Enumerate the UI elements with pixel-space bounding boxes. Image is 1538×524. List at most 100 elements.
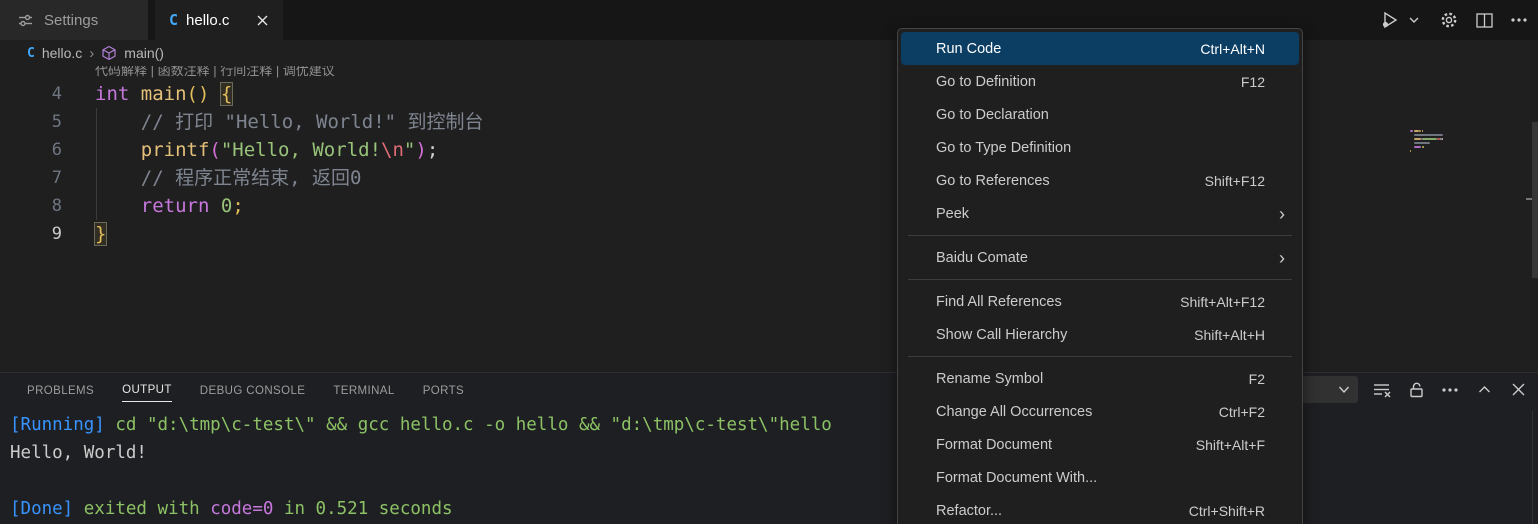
menu-item-shortcut: Ctrl+Alt+N — [1200, 41, 1287, 57]
menu-item-show-call-hierarchy[interactable]: Show Call HierarchyShift+Alt+H — [901, 318, 1299, 351]
code-line-6[interactable]: 6 printf("Hello, World!\n"); — [0, 136, 1538, 164]
split-editor-icon[interactable] — [1473, 9, 1495, 31]
line-number[interactable]: 6 — [0, 136, 62, 164]
vscode-window: Settings C hello.c — [0, 0, 1538, 524]
symbol-method-cube-icon — [101, 45, 117, 61]
code-text[interactable]: printf("Hello, World!\n"); — [95, 136, 438, 164]
code-line-7[interactable]: 7 // 程序正常结束, 返回0 — [0, 164, 1538, 192]
more-actions-icon[interactable] — [1508, 9, 1530, 31]
line-number[interactable]: 8 — [0, 192, 62, 220]
editor-context-menu: Run CodeCtrl+Alt+NGo to DefinitionF12Go … — [897, 28, 1303, 524]
code-lines: 4int main() {5 // 打印 "Hello, World!" 到控制… — [0, 80, 1538, 248]
minimap[interactable] — [1410, 130, 1464, 154]
minimap-line — [1410, 130, 1464, 132]
output-line: Hello, World! — [10, 439, 1538, 467]
editor-actions — [1379, 0, 1530, 40]
menu-item-refactor[interactable]: Refactor...Ctrl+Shift+R — [901, 494, 1299, 524]
menu-item-shortcut: Shift+Alt+F — [1196, 437, 1287, 453]
tab-settings[interactable]: Settings — [0, 0, 148, 40]
code-editor[interactable]: 代码解释 | 函数注释 | 行间注释 | 调优建议 4int main() {5… — [0, 66, 1538, 372]
menu-separator — [908, 235, 1292, 236]
menu-item-label: Baidu Comate — [936, 250, 1287, 266]
menu-item-shortcut: F2 — [1249, 371, 1287, 387]
code-text[interactable]: int main() { — [95, 80, 232, 108]
gear-icon[interactable] — [1438, 9, 1460, 31]
breadcrumb-separator: › — [89, 45, 94, 62]
minimap-line — [1410, 142, 1464, 144]
line-number[interactable]: 7 — [0, 164, 62, 192]
panel-tab-debug-console[interactable]: DEBUG CONSOLE — [200, 379, 306, 402]
menu-item-label: Peek — [936, 206, 1287, 222]
panel-tab-problems[interactable]: PROBLEMS — [27, 379, 94, 402]
panel-tab-ports[interactable]: PORTS — [423, 379, 464, 402]
code-line-4[interactable]: 4 int main() { — [0, 80, 1538, 108]
code-line-9[interactable]: 9} — [0, 220, 1538, 248]
menu-item-find-all-references[interactable]: Find All ReferencesShift+Alt+F12 — [901, 285, 1299, 318]
unlock-icon[interactable] — [1406, 380, 1426, 400]
codelens[interactable]: 代码解释 | 函数注释 | 行间注释 | 调优建议 — [95, 66, 1538, 80]
menu-item-label: Find All References — [936, 294, 1180, 310]
menu-item-label: Go to Definition — [936, 74, 1241, 90]
menu-item-go-to-declaration[interactable]: Go to Declaration — [901, 98, 1299, 131]
minimap-line — [1410, 146, 1464, 148]
menu-item-go-to-references[interactable]: Go to ReferencesShift+F12 — [901, 164, 1299, 197]
menu-item-label: Rename Symbol — [936, 371, 1249, 387]
menu-item-label: Go to Declaration — [936, 107, 1287, 123]
output-line — [10, 467, 1538, 495]
panel-tab-terminal[interactable]: TERMINAL — [333, 379, 394, 402]
menu-item-shortcut: Shift+Alt+H — [1194, 327, 1287, 343]
clear-output-icon[interactable] — [1372, 380, 1392, 400]
submenu-arrow-icon: › — [1279, 249, 1285, 267]
maximize-panel-icon[interactable] — [1474, 380, 1494, 400]
line-number[interactable]: 4 — [0, 80, 62, 108]
overview-ruler-mark — [1526, 198, 1532, 200]
minimap-line — [1410, 138, 1464, 140]
menu-item-shortcut: Shift+Alt+F12 — [1180, 294, 1287, 310]
breadcrumb-file[interactable]: hello.c — [42, 45, 82, 61]
menu-item-label: Go to References — [936, 173, 1205, 189]
menu-item-rename-symbol[interactable]: Rename SymbolF2 — [901, 362, 1299, 395]
code-text[interactable]: return 0; — [95, 192, 244, 220]
tab-label: Settings — [44, 12, 98, 29]
code-text[interactable]: // 程序正常结束, 返回0 — [95, 164, 361, 192]
close-tab-icon[interactable] — [251, 9, 273, 31]
indent-guide — [96, 108, 97, 220]
code-line-8[interactable]: 8 return 0; — [0, 192, 1538, 220]
more-actions-icon[interactable] — [1440, 380, 1460, 400]
submenu-arrow-icon: › — [1279, 205, 1285, 223]
menu-item-shortcut: Ctrl+F2 — [1219, 404, 1287, 420]
menu-item-change-all-occurrences[interactable]: Change All OccurrencesCtrl+F2 — [901, 395, 1299, 428]
editor-scrollbar-thumb[interactable] — [1532, 122, 1538, 278]
line-number[interactable]: 5 — [0, 108, 62, 136]
menu-item-label: Change All Occurrences — [936, 404, 1219, 420]
code-text[interactable]: } — [95, 220, 106, 248]
code-text[interactable]: // 打印 "Hello, World!" 到控制台 — [95, 108, 484, 136]
menu-item-label: Run Code — [936, 41, 1200, 57]
tab-hello-c[interactable]: C hello.c — [155, 0, 283, 40]
menu-item-go-to-definition[interactable]: Go to DefinitionF12 — [901, 65, 1299, 98]
menu-item-label: Refactor... — [936, 503, 1189, 519]
breadcrumb-symbol[interactable]: main() — [124, 45, 164, 61]
output-line: [Done] exited with code=0 in 0.521 secon… — [10, 495, 1538, 523]
line-number[interactable]: 9 — [0, 220, 62, 248]
menu-item-label: Show Call Hierarchy — [936, 327, 1194, 343]
menu-item-label: Go to Type Definition — [936, 140, 1287, 156]
menu-item-go-to-type-definition[interactable]: Go to Type Definition — [901, 131, 1299, 164]
menu-item-label: Format Document — [936, 437, 1196, 453]
menu-item-baidu-comate[interactable]: Baidu Comate› — [901, 241, 1299, 274]
menu-item-shortcut: Ctrl+Shift+R — [1189, 503, 1287, 519]
panel-tab-output[interactable]: OUTPUT — [122, 378, 172, 402]
menu-item-peek[interactable]: Peek› — [901, 197, 1299, 230]
c-file-icon: C — [169, 11, 178, 29]
menu-separator — [908, 356, 1292, 357]
tab-label: hello.c — [186, 12, 229, 29]
code-line-5[interactable]: 5 // 打印 "Hello, World!" 到控制台 — [0, 108, 1538, 136]
panel-scrollbar-track — [1532, 411, 1533, 524]
run-or-debug-icon[interactable] — [1379, 9, 1401, 31]
editor-tab-bar: Settings C hello.c — [0, 0, 1538, 40]
menu-item-run-code[interactable]: Run CodeCtrl+Alt+N — [901, 32, 1299, 65]
menu-item-format-document-with[interactable]: Format Document With... — [901, 461, 1299, 494]
menu-item-format-document[interactable]: Format DocumentShift+Alt+F — [901, 428, 1299, 461]
chevron-down-icon[interactable] — [1403, 9, 1425, 31]
close-panel-icon[interactable] — [1508, 380, 1528, 400]
